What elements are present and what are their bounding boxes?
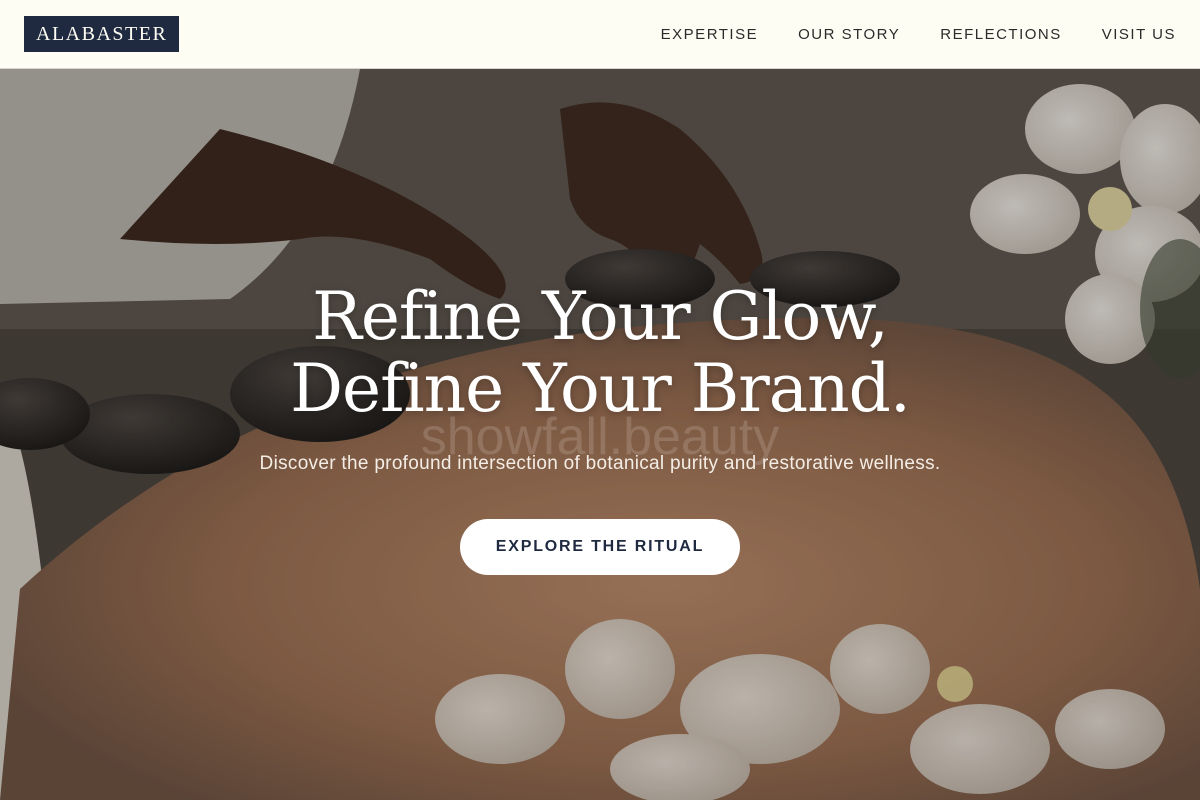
nav-link-visit-us[interactable]: VISIT US	[1102, 26, 1176, 43]
brand-logo[interactable]: ALABASTER	[24, 16, 180, 52]
hero-headline-line-1: Refine Your Glow,	[312, 278, 889, 355]
hero-section: Refine Your Glow, Define Your Brand. sho…	[0, 69, 1200, 800]
hero-content: Refine Your Glow, Define Your Brand. sho…	[0, 69, 1200, 800]
nav-link-our-story[interactable]: OUR STORY	[798, 26, 900, 43]
hero-subtitle: Discover the profound intersection of bo…	[259, 453, 941, 474]
site-header: ALABASTER EXPERTISE OUR STORY REFLECTION…	[0, 0, 1200, 69]
explore-ritual-button[interactable]: EXPLORE THE RITUAL	[460, 519, 740, 575]
hero-headline: Refine Your Glow, Define Your Brand.	[0, 281, 1200, 425]
main-nav: EXPERTISE OUR STORY REFLECTIONS VISIT US	[661, 0, 1176, 69]
nav-link-reflections[interactable]: REFLECTIONS	[940, 26, 1062, 43]
nav-link-expertise[interactable]: EXPERTISE	[661, 26, 758, 43]
